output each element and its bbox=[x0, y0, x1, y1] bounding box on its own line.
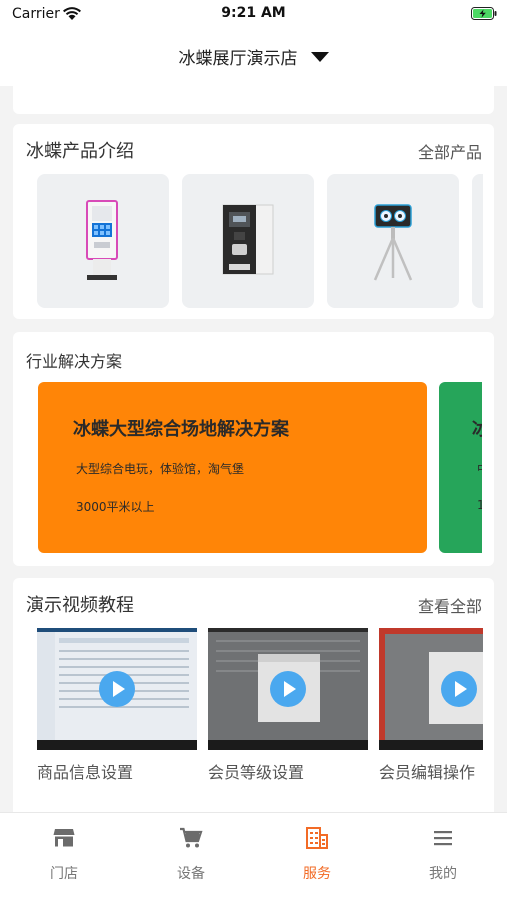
main-content[interactable]: 冰蝶产品介绍 全部产品 行业解决方案 冰蝶大型综合场地解决方案 大型综合电玩，体… bbox=[0, 86, 507, 812]
video-thumbnail[interactable] bbox=[208, 628, 368, 750]
camera-tripod-icon bbox=[373, 204, 413, 281]
tab-store[interactable]: 门店 bbox=[24, 827, 104, 887]
solution-area: 1 bbox=[477, 498, 482, 512]
videos-section: 演示视频教程 查看全部 商品信息设置 会员等级设置 会员编辑操作 bbox=[13, 578, 494, 812]
tab-label: 服务 bbox=[303, 866, 331, 882]
video-item[interactable]: 商品信息设置 bbox=[37, 628, 197, 783]
tab-label: 设备 bbox=[177, 866, 205, 882]
nav-header: 冰蝶展厅演示店 bbox=[0, 28, 507, 86]
solution-card[interactable]: 冰蝶大型综合场地解决方案 大型综合电玩，体验馆，淘气堡 3000平米以上 bbox=[38, 382, 427, 553]
tab-me[interactable]: 我的 bbox=[403, 827, 483, 887]
building-icon bbox=[306, 827, 328, 849]
vending-cabinet-icon bbox=[222, 204, 274, 275]
solution-desc: 大型综合电玩，体验馆，淘气堡 bbox=[76, 462, 245, 476]
video-title: 会员等级设置 bbox=[208, 763, 305, 782]
caret-down-icon bbox=[310, 51, 329, 62]
video-title: 会员编辑操作 bbox=[379, 763, 476, 782]
video-title: 商品信息设置 bbox=[37, 763, 134, 782]
tab-devices[interactable]: 设备 bbox=[151, 827, 231, 887]
product-tile-kiosk[interactable] bbox=[37, 174, 169, 308]
video-item[interactable]: 会员等级设置 bbox=[208, 628, 368, 783]
battery-charging-icon bbox=[471, 7, 497, 20]
store-icon bbox=[53, 829, 75, 847]
play-icon[interactable] bbox=[270, 671, 306, 707]
solution-area: 3000平米以上 bbox=[76, 500, 155, 514]
tab-label: 门店 bbox=[50, 866, 78, 882]
tab-bar: 门店 设备 服务 我的 bbox=[0, 812, 507, 900]
all-products-link[interactable]: 全部产品 bbox=[418, 139, 482, 163]
menu-icon bbox=[434, 831, 452, 846]
tab-services[interactable]: 服务 bbox=[277, 827, 357, 887]
products-carousel[interactable] bbox=[37, 174, 483, 309]
video-thumbnail[interactable] bbox=[37, 628, 197, 750]
play-icon[interactable] bbox=[441, 671, 477, 707]
play-icon[interactable] bbox=[99, 671, 135, 707]
solutions-carousel[interactable]: 冰蝶大型综合场地解决方案 大型综合电玩，体验馆，淘气堡 3000平米以上 冰 中… bbox=[38, 382, 482, 554]
solution-desc: 中 bbox=[477, 460, 482, 477]
product-tile-partial[interactable] bbox=[472, 174, 483, 308]
status-bar: Carrier 9:21 AM bbox=[0, 0, 507, 28]
video-item[interactable]: 会员编辑操作 bbox=[379, 628, 483, 783]
store-name: 冰蝶展厅演示店 bbox=[178, 49, 298, 69]
video-thumbnail[interactable] bbox=[379, 628, 483, 750]
solution-name: 冰 bbox=[472, 419, 482, 440]
solution-name: 冰蝶大型综合场地解决方案 bbox=[73, 419, 289, 440]
tab-label: 我的 bbox=[429, 866, 457, 882]
view-all-videos-link[interactable]: 查看全部 bbox=[418, 593, 482, 617]
cart-icon bbox=[180, 827, 203, 848]
product-tile-camera[interactable] bbox=[327, 174, 459, 308]
clock: 9:21 AM bbox=[221, 5, 286, 21]
store-switcher[interactable]: 冰蝶展厅演示店 bbox=[0, 44, 507, 69]
products-title: 冰蝶产品介绍 bbox=[26, 141, 134, 162]
solution-card-partial[interactable]: 冰 中 1 bbox=[439, 382, 482, 553]
kiosk-machine-icon bbox=[86, 200, 118, 280]
solutions-title: 行业解决方案 bbox=[26, 352, 123, 371]
videos-carousel[interactable]: 商品信息设置 会员等级设置 会员编辑操作 bbox=[37, 628, 483, 788]
solutions-section: 行业解决方案 冰蝶大型综合场地解决方案 大型综合电玩，体验馆，淘气堡 3000平… bbox=[13, 332, 494, 566]
products-section: 冰蝶产品介绍 全部产品 bbox=[13, 124, 494, 319]
videos-title: 演示视频教程 bbox=[26, 595, 134, 616]
product-tile-cabinet[interactable] bbox=[182, 174, 314, 308]
top-card-stub bbox=[13, 86, 494, 114]
